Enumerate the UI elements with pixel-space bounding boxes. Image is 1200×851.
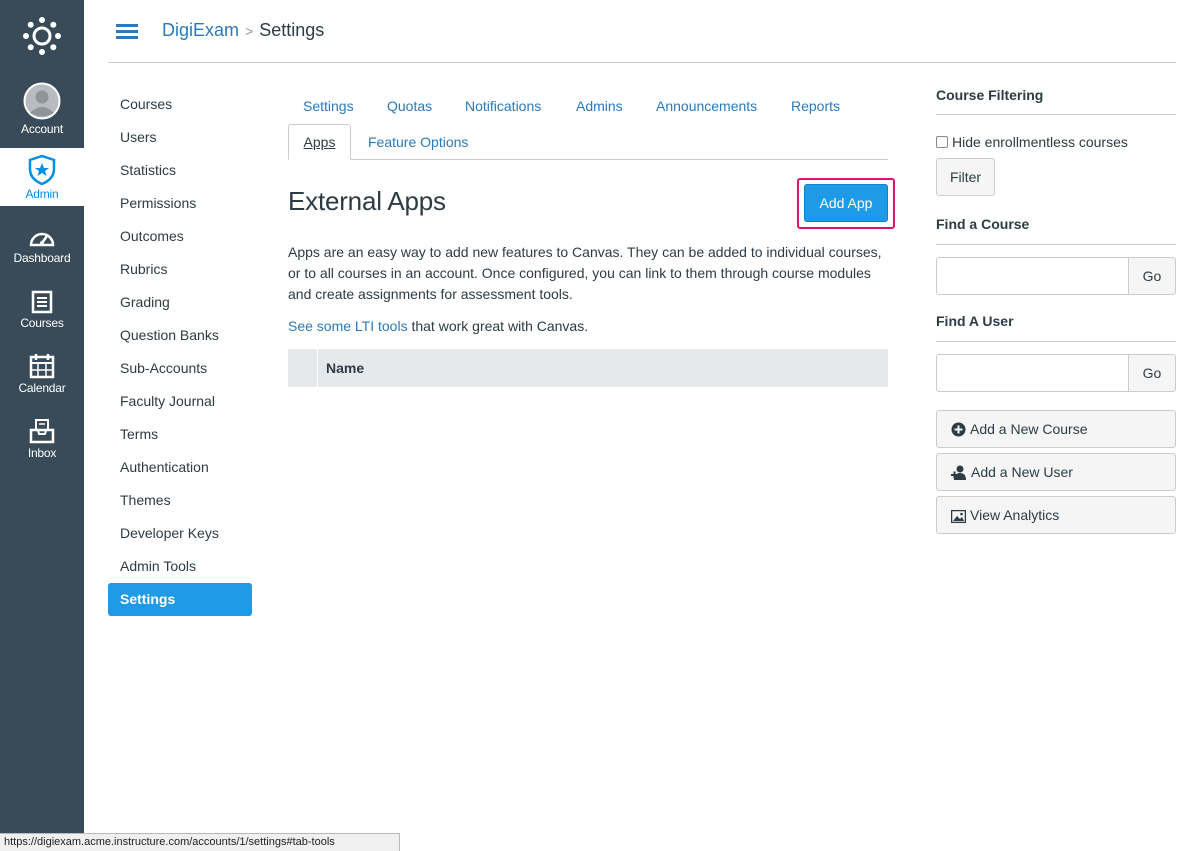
find-course-heading: Find a Course: [936, 216, 1030, 232]
calendar-icon: [29, 354, 55, 379]
hide-enrollmentless-checkbox[interactable]: [936, 136, 948, 148]
filter-button[interactable]: Filter: [936, 158, 995, 196]
add-new-course-button[interactable]: Add a New Course: [936, 410, 1176, 448]
nav-calendar[interactable]: Calendar: [0, 353, 84, 395]
lti-tools-link[interactable]: See some LTI tools: [288, 318, 408, 334]
lti-tools-line: See some LTI tools that work great with …: [288, 318, 588, 334]
divider: [936, 114, 1176, 115]
account-subnav: Courses Users Statistics Permissions Out…: [108, 88, 252, 616]
add-user-icon: [951, 465, 966, 480]
nav-account[interactable]: Account: [0, 82, 84, 136]
nav-dashboard[interactable]: Dashboard: [0, 227, 84, 265]
breadcrumb: DigiExam > Settings: [162, 20, 324, 41]
sidebar-item-question-banks[interactable]: Question Banks: [108, 319, 252, 352]
nav-inbox[interactable]: Inbox: [0, 418, 84, 460]
nav-inbox-label: Inbox: [27, 446, 57, 460]
sidebar-item-settings[interactable]: Settings: [108, 583, 252, 616]
hide-enrollmentless-row[interactable]: Hide enrollmentless courses: [936, 134, 1128, 150]
view-analytics-button[interactable]: View Analytics: [936, 496, 1176, 534]
course-filtering-heading: Course Filtering: [936, 87, 1044, 103]
tab-apps[interactable]: Apps: [288, 124, 351, 160]
find-user-go-button[interactable]: Go: [1128, 354, 1176, 392]
nav-account-label: Account: [21, 122, 63, 136]
tab-announcements[interactable]: Announcements: [656, 98, 757, 114]
browser-status-url: https://digiexam.acme.instructure.com/ac…: [0, 833, 400, 851]
canvas-logo-icon[interactable]: [22, 16, 62, 56]
tabs-divider: [288, 159, 888, 160]
divider: [936, 244, 1176, 245]
sidebar-item-authentication[interactable]: Authentication: [108, 451, 252, 484]
nav-admin-label: Admin: [25, 187, 59, 201]
nav-dashboard-label: Dashboard: [13, 251, 71, 265]
book-icon: [31, 290, 53, 314]
tab-notifications[interactable]: Notifications: [465, 98, 541, 114]
add-app-button[interactable]: Add App: [804, 184, 888, 222]
hide-enrollmentless-label: Hide enrollmentless courses: [952, 134, 1128, 150]
sidebar-item-faculty-journal[interactable]: Faculty Journal: [108, 385, 252, 418]
apps-table-header: Name: [288, 349, 888, 387]
apps-table-header-spacer: [288, 349, 318, 387]
breadcrumb-account-link[interactable]: DigiExam: [162, 20, 239, 40]
view-analytics-label: View Analytics: [970, 507, 1060, 523]
dashboard-gauge-icon: [29, 232, 55, 247]
external-apps-heading: External Apps: [288, 186, 446, 216]
sidebar-item-admin-tools[interactable]: Admin Tools: [108, 550, 252, 583]
page-header: DigiExam > Settings: [108, 0, 1176, 63]
tab-quotas[interactable]: Quotas: [387, 98, 432, 114]
lti-tools-suffix: that work great with Canvas.: [407, 318, 589, 334]
find-course-input[interactable]: [936, 257, 1129, 295]
sidebar-item-permissions[interactable]: Permissions: [108, 187, 252, 220]
add-new-course-label: Add a New Course: [970, 421, 1088, 437]
add-new-user-button[interactable]: Add a New User: [936, 453, 1176, 491]
breadcrumb-separator: >: [245, 23, 254, 39]
nav-courses[interactable]: Courses: [0, 290, 84, 330]
sidebar-item-themes[interactable]: Themes: [108, 484, 252, 517]
apps-table-name-column[interactable]: Name: [326, 360, 364, 376]
shield-star-icon: [28, 155, 56, 185]
global-nav: Account Admin Dashboard Courses Calendar…: [0, 0, 84, 851]
sidebar-item-courses[interactable]: Courses: [108, 88, 252, 121]
sidebar-item-sub-accounts[interactable]: Sub-Accounts: [108, 352, 252, 385]
tab-admins[interactable]: Admins: [576, 98, 623, 114]
nav-courses-label: Courses: [20, 316, 64, 330]
sidebar-item-grading[interactable]: Grading: [108, 286, 252, 319]
tab-settings[interactable]: Settings: [303, 98, 354, 114]
sidebar-item-terms[interactable]: Terms: [108, 418, 252, 451]
tab-reports[interactable]: Reports: [791, 98, 840, 114]
breadcrumb-current: Settings: [259, 20, 325, 40]
inbox-icon: [29, 419, 55, 444]
plus-circle-icon: [951, 422, 966, 437]
sidebar-item-rubrics[interactable]: Rubrics: [108, 253, 252, 286]
find-user-heading: Find A User: [936, 313, 1014, 329]
external-apps-description: Apps are an easy way to add new features…: [288, 244, 882, 302]
sidebar-item-outcomes[interactable]: Outcomes: [108, 220, 252, 253]
hamburger-menu-icon[interactable]: [116, 24, 138, 40]
nav-calendar-label: Calendar: [18, 381, 66, 395]
avatar-icon: [23, 82, 61, 120]
find-course-go-button[interactable]: Go: [1128, 257, 1176, 295]
analytics-image-icon: [951, 510, 966, 523]
sidebar-item-developer-keys[interactable]: Developer Keys: [108, 517, 252, 550]
nav-admin[interactable]: Admin: [0, 148, 84, 206]
sidebar-item-statistics[interactable]: Statistics: [108, 154, 252, 187]
sidebar-item-users[interactable]: Users: [108, 121, 252, 154]
divider: [936, 341, 1176, 342]
tab-feature-options[interactable]: Feature Options: [368, 134, 468, 150]
find-user-input[interactable]: [936, 354, 1129, 392]
add-new-user-label: Add a New User: [971, 464, 1073, 480]
